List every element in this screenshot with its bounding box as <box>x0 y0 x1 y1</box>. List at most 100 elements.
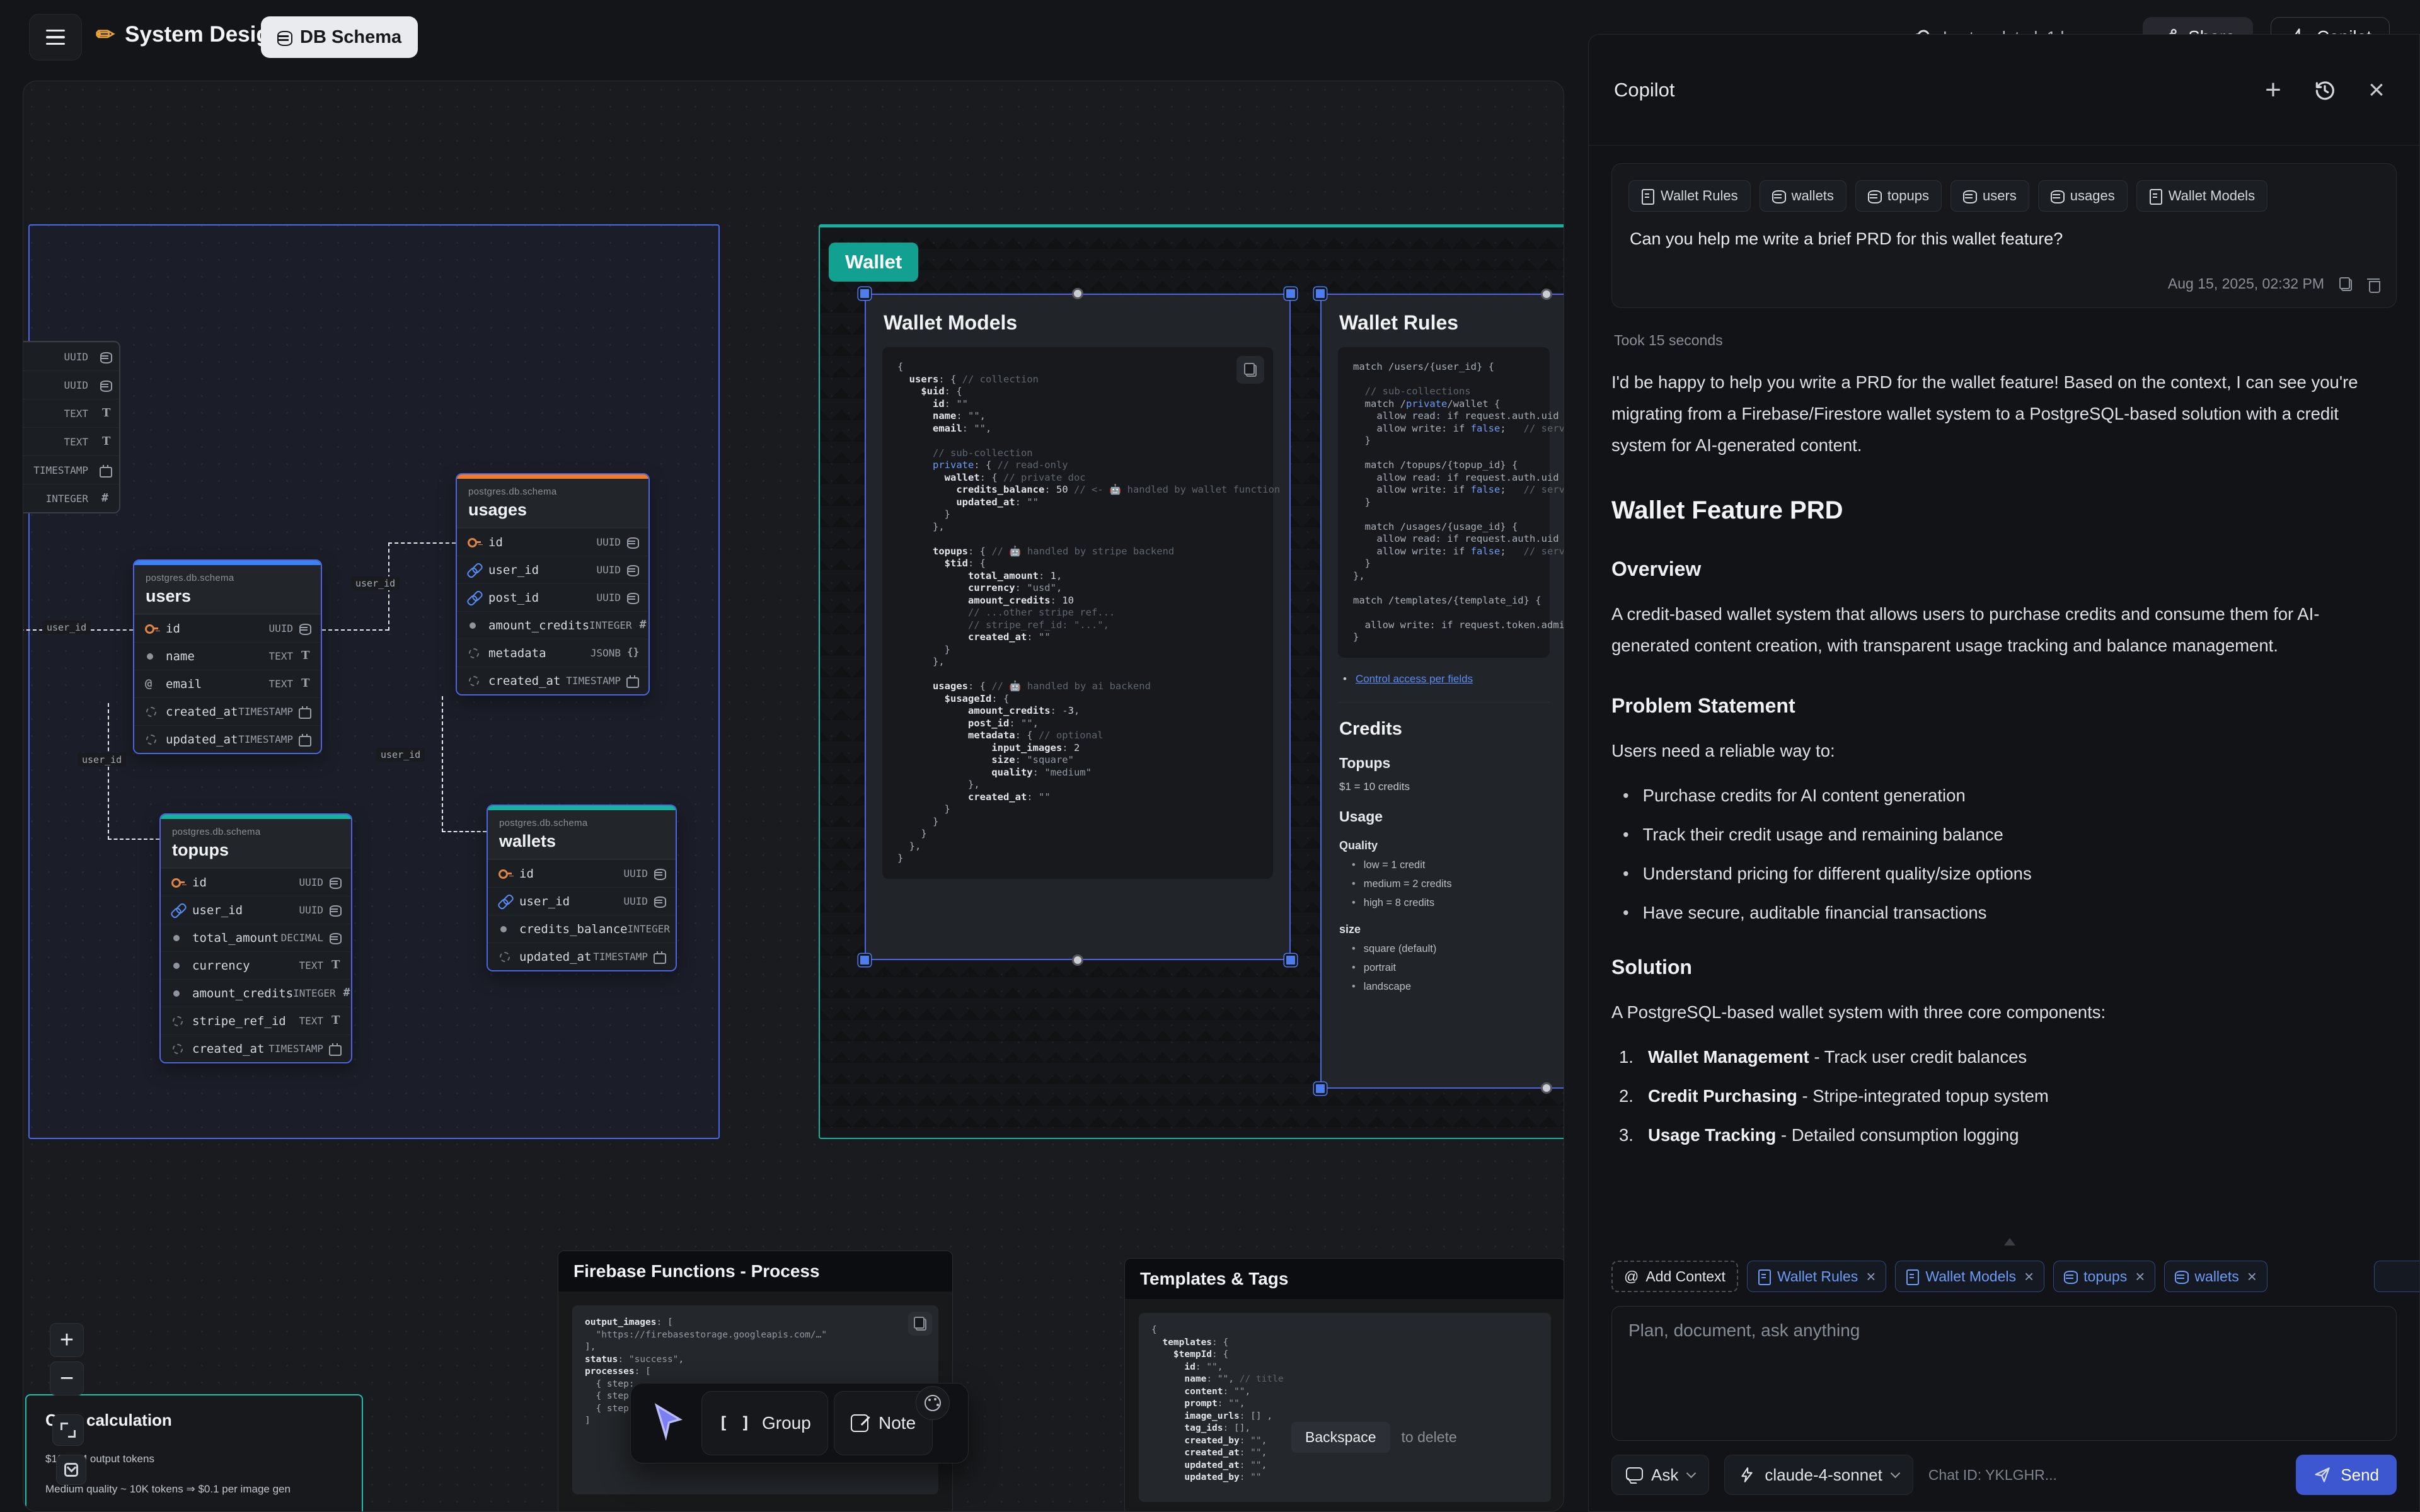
table-row[interactable]: id UUID <box>488 859 676 887</box>
remove-context-icon[interactable]: × <box>2135 1267 2145 1286</box>
prompt-input-box[interactable] <box>1611 1306 2397 1441</box>
zoom-in-button[interactable]: + <box>50 1323 84 1357</box>
remove-context-icon[interactable]: × <box>1866 1267 1876 1286</box>
panel-templates-tags[interactable]: Templates & Tags { templates: { $tempId:… <box>1124 1258 1564 1512</box>
table-header[interactable]: postgres.db.schema usages <box>457 479 648 528</box>
resize-handle[interactable] <box>858 287 871 300</box>
table-row[interactable]: created_at TIMESTAMP <box>161 1034 351 1062</box>
table-row[interactable]: INTEGER <box>23 484 119 512</box>
table-row[interactable]: total_amount DECIMAL <box>161 924 351 951</box>
model-select[interactable]: claude-4-sonnet <box>1724 1455 1913 1495</box>
resize-handle[interactable] <box>1541 1082 1552 1094</box>
table-row[interactable]: currency TEXT <box>161 951 351 979</box>
resize-handle[interactable] <box>1541 289 1552 300</box>
table-row[interactable]: user_id UUID <box>457 556 648 583</box>
table-row[interactable]: amount_credits INTEGER <box>457 611 648 639</box>
db-table[interactable]: postgres.db.schema usages id UUID user_i… <box>456 473 650 696</box>
delete-message-button[interactable] <box>2367 277 2380 291</box>
table-row[interactable]: id UUID <box>457 528 648 556</box>
resize-handle[interactable] <box>1314 287 1327 300</box>
add-context-button[interactable]: @ Add Context <box>1611 1261 1738 1292</box>
table-row[interactable]: post_id UUID <box>457 583 648 611</box>
copy-icon <box>914 1317 926 1331</box>
table-row[interactable]: created_at TIMESTAMP <box>134 697 321 725</box>
active-context-chip[interactable]: Wallet Rules × <box>1747 1261 1886 1292</box>
table-row[interactable]: name TEXT <box>134 642 321 670</box>
table-header[interactable]: postgres.db.schema topups <box>161 819 351 868</box>
history-button[interactable] <box>2307 72 2342 108</box>
remove-context-icon[interactable]: × <box>2247 1267 2257 1286</box>
note-wallet-rules[interactable]: Wallet Rules match /users/{user_id} { //… <box>1320 294 1564 1089</box>
table-row[interactable]: amount_credits INTEGER <box>161 979 351 1007</box>
context-chip[interactable]: Wallet Rules <box>1628 180 1751 212</box>
table-row[interactable]: user_id UUID <box>488 887 676 915</box>
mode-select-ask[interactable]: Ask <box>1611 1455 1709 1495</box>
context-chip-icon <box>1963 188 1976 203</box>
group-tool-button[interactable]: [ ] Group <box>701 1391 828 1455</box>
close-panel-button[interactable]: × <box>2359 72 2394 108</box>
column-type-icon <box>329 1043 341 1054</box>
note-wallet-models[interactable]: Wallet Models { users: { // collection $… <box>865 294 1291 960</box>
clipped-table-fragment[interactable]: UUID UUID TEXT TEXT TIMESTAMP INTEGER <box>23 341 120 513</box>
db-table[interactable]: postgres.db.schema wallets id UUID user_… <box>487 805 677 971</box>
table-row[interactable]: UUID <box>23 342 119 370</box>
context-chip-clipped[interactable] <box>2374 1261 2420 1292</box>
remove-context-icon[interactable]: × <box>2024 1267 2034 1286</box>
db-table[interactable]: postgres.db.schema users id UUID name <box>133 559 322 754</box>
resize-handle[interactable] <box>1314 1082 1327 1095</box>
table-row[interactable]: id UUID <box>134 614 321 642</box>
resize-handle[interactable] <box>1284 287 1297 300</box>
copy-code-button[interactable] <box>1236 356 1264 384</box>
resize-handle[interactable] <box>858 954 871 966</box>
table-row[interactable]: email TEXT <box>134 670 321 697</box>
table-row[interactable]: TEXT <box>23 399 119 427</box>
active-context-chip[interactable]: wallets × <box>2164 1261 2267 1292</box>
send-button[interactable]: Send <box>2296 1455 2397 1495</box>
db-table[interactable]: postgres.db.schema topups id UUID user_i… <box>159 813 352 1063</box>
table-row[interactable]: updated_at TIMESTAMP <box>134 725 321 753</box>
panel-firebase-functions[interactable]: Firebase Functions - Process output_imag… <box>558 1251 953 1512</box>
resize-handle[interactable] <box>1072 288 1083 299</box>
prompt-textarea[interactable] <box>1628 1320 2380 1426</box>
new-chat-button[interactable]: + <box>2256 72 2291 108</box>
column-type-icon <box>100 408 112 419</box>
table-row[interactable]: credits_balance INTEGER <box>488 915 676 942</box>
table-header[interactable]: postgres.db.schema wallets <box>488 810 676 859</box>
table-row[interactable]: updated_at TIMESTAMP <box>488 942 676 970</box>
context-chip[interactable]: Wallet Models <box>2136 180 2267 212</box>
copy-code-button[interactable] <box>908 1312 932 1336</box>
copy-message-button[interactable] <box>2339 277 2352 291</box>
chat-scroll-area[interactable]: Wallet Rules wallets topups users usages <box>1589 146 2419 1249</box>
column-type: TIMESTAMP <box>268 1043 323 1055</box>
context-chip[interactable]: usages <box>2038 180 2128 212</box>
table-row[interactable]: id UUID <box>161 868 351 896</box>
panel-cost-calculation[interactable]: Cost calculation $10 / 1M output tokens … <box>25 1394 363 1512</box>
table-row[interactable]: user_id UUID <box>161 896 351 924</box>
tab-db-schema[interactable]: DB Schema <box>261 16 418 58</box>
table-row[interactable]: metadata JSONB <box>457 639 648 667</box>
table-row[interactable]: stripe_ref_id TEXT <box>161 1007 351 1034</box>
context-chip[interactable]: users <box>1950 180 2029 212</box>
active-context-chip[interactable]: topups × <box>2053 1261 2155 1292</box>
control-access-link[interactable]: Control access per fields <box>1356 673 1473 685</box>
table-row[interactable]: TEXT <box>23 427 119 455</box>
hamburger-menu-button[interactable] <box>29 14 82 60</box>
resize-handle[interactable] <box>1072 954 1083 966</box>
relationship-line <box>442 831 487 832</box>
wallet-group-label[interactable]: Wallet <box>829 243 918 282</box>
style-palette-button[interactable] <box>916 1386 950 1420</box>
context-chip[interactable]: wallets <box>1760 180 1847 212</box>
fullscreen-button[interactable] <box>52 1414 84 1446</box>
table-row[interactable]: created_at TIMESTAMP <box>457 667 648 694</box>
table-row[interactable]: UUID <box>23 370 119 399</box>
diagram-canvas[interactable]: Wallet user_id user_id user_id user_id U… <box>23 81 1564 1512</box>
table-header[interactable]: postgres.db.schema users <box>134 565 321 614</box>
resize-handle[interactable] <box>1284 954 1297 966</box>
column-type-icon <box>100 465 112 476</box>
table-row[interactable]: TIMESTAMP <box>23 455 119 484</box>
active-context-chip[interactable]: Wallet Models × <box>1895 1261 2044 1292</box>
zoom-out-button[interactable]: − <box>50 1361 84 1395</box>
context-chip[interactable]: topups <box>1855 180 1942 212</box>
cursor-tool-icon[interactable] <box>648 1402 686 1443</box>
export-button[interactable] <box>56 1455 86 1485</box>
